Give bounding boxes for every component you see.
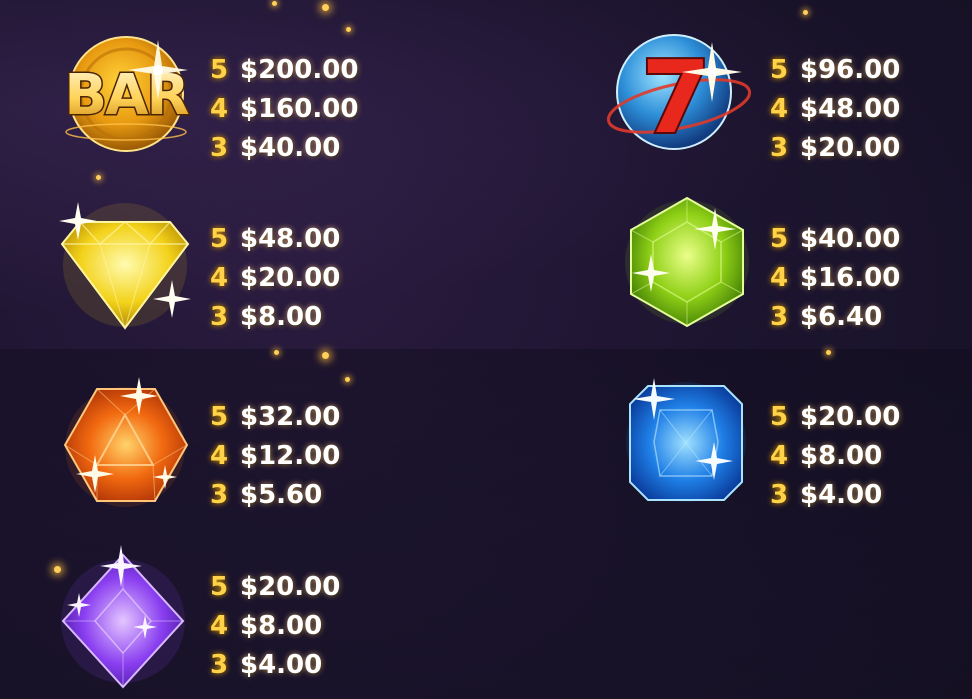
pay-row-3: 3 $40.00 xyxy=(210,133,341,163)
bar-coin-icon: BAR xyxy=(46,28,206,158)
lucky-seven-icon: 7 xyxy=(604,28,764,158)
sparkle-dot xyxy=(322,4,329,11)
pay-row-4: 4 $16.00 xyxy=(770,263,901,293)
pay-row-5: 5 $48.00 xyxy=(210,224,341,254)
blue-square-gem-icon xyxy=(620,372,755,512)
pay-row-3: 3 $4.00 xyxy=(770,480,883,510)
pay-row-5: 5 $200.00 xyxy=(210,55,359,85)
sparkle-dot xyxy=(272,1,277,6)
sparkle-dot xyxy=(96,175,101,180)
pay-row-5: 5 $20.00 xyxy=(210,572,341,602)
sparkle-dot xyxy=(346,27,351,32)
pay-row-3: 3 $4.00 xyxy=(210,650,323,680)
pay-row-4: 4 $48.00 xyxy=(770,94,901,124)
purple-diamond-gem-icon xyxy=(55,545,195,695)
pay-row-5: 5 $20.00 xyxy=(770,402,901,432)
pay-row-5: 5 $32.00 xyxy=(210,402,341,432)
pay-row-5: 5 $96.00 xyxy=(770,55,901,85)
pay-row-4: 4 $8.00 xyxy=(770,441,883,471)
pay-row-3: 3 $6.40 xyxy=(770,302,883,332)
orange-hexagon-gem-icon xyxy=(55,375,200,515)
pay-row-4: 4 $12.00 xyxy=(210,441,341,471)
sparkle-dot xyxy=(803,10,808,15)
yellow-diamond-gem-icon xyxy=(50,200,200,335)
pay-row-3: 3 $20.00 xyxy=(770,133,901,163)
pay-row-4: 4 $160.00 xyxy=(210,94,359,124)
pay-row-5: 5 $40.00 xyxy=(770,224,901,254)
pay-row-4: 4 $8.00 xyxy=(210,611,323,641)
sparkle-dot xyxy=(274,350,279,355)
sparkle-dot xyxy=(826,350,831,355)
pay-row-3: 3 $8.00 xyxy=(210,302,323,332)
sparkle-dot xyxy=(345,377,350,382)
pay-row-3: 3 $5.60 xyxy=(210,480,323,510)
pay-row-4: 4 $20.00 xyxy=(210,263,341,293)
seven-symbol-label: 7 xyxy=(641,39,711,156)
green-hexagon-gem-icon xyxy=(615,190,765,335)
sparkle-dot xyxy=(322,352,329,359)
